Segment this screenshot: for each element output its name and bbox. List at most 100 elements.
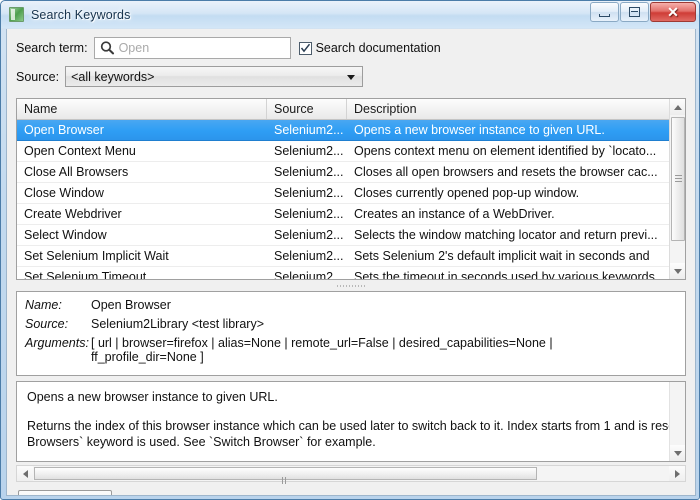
cell-name: Close Window [24, 186, 104, 200]
documentation-vertical-scrollbar[interactable] [669, 382, 685, 461]
table-vertical-scrollbar[interactable] [669, 99, 685, 279]
column-header-source[interactable]: Source [267, 99, 347, 119]
search-documentation-checkbox[interactable]: Search documentation [298, 41, 441, 55]
cell-description: Sets the timeout in seconds used by vari… [354, 270, 655, 279]
cell-source: Selenium2... [274, 165, 344, 179]
cell-description: Closes currently opened pop-up window. [354, 186, 580, 200]
cell-source: Selenium2... [274, 207, 344, 221]
table-row[interactable]: Open Browser Selenium2... Opens a new brow… [17, 120, 685, 141]
search-icon [99, 40, 116, 56]
maximize-button[interactable] [620, 2, 649, 22]
doc-paragraph-2-line-1: Returns the index of this browser instan… [27, 419, 676, 433]
cell-name: Select Window [24, 228, 107, 242]
detail-name-row: Name: Open Browser [25, 298, 677, 312]
cell-description: Opens a new browser instance to given UR… [354, 123, 605, 137]
keyword-details-panel: Name: Open Browser Source: Selenium2Libr… [16, 291, 686, 376]
search-documentation-label: Search documentation [315, 41, 441, 55]
search-term-row: Search term: Open Search documentation [16, 37, 686, 59]
table-row[interactable]: Set Selenium Timeout Selenium2... Sets the… [17, 267, 685, 279]
minimize-icon [599, 13, 610, 17]
cell-description: Selects the window matching locator and … [354, 228, 658, 242]
cell-name: Open Context Menu [24, 144, 136, 158]
maximize-icon [629, 7, 640, 17]
grip-icon [281, 471, 290, 484]
source-selected-value: <all keywords> [71, 69, 155, 84]
source-label: Source: [16, 69, 60, 84]
cell-source: Selenium2... [274, 144, 344, 158]
cell-description: Sets Selenium 2's default implicit wait … [354, 249, 650, 263]
cell-name: Create Webdriver [24, 207, 122, 221]
table-body: Open Browser Selenium2... Opens a new brow… [17, 120, 685, 279]
scroll-down-button[interactable] [670, 263, 685, 279]
hscrollbar-thumb[interactable] [34, 467, 537, 484]
search-form: Search term: Open Search documentation S… [7, 29, 695, 98]
column-header-description[interactable]: Description [347, 99, 685, 119]
search-placeholder-text: Open [118, 41, 150, 55]
table-row[interactable]: Set Selenium Implicit Wait Selenium2... Se… [17, 246, 685, 267]
cell-source: Selenium2... [274, 123, 344, 137]
table-row[interactable]: Close Window Selenium2... Closes currently… [17, 183, 685, 204]
cell-name: Set Selenium Implicit Wait [24, 249, 169, 263]
cell-source: Selenium2... [274, 249, 344, 263]
cell-name: Close All Browsers [24, 165, 129, 179]
scroll-right-button[interactable] [669, 466, 685, 481]
documentation-panel[interactable]: Opens a new browser instance to given UR… [16, 381, 686, 462]
arrow-left-icon [22, 469, 28, 478]
detail-source-value: Selenium2Library <test library> [91, 317, 264, 331]
close-icon: ✕ [667, 4, 679, 20]
detail-source-row: Source: Selenium2Library <test library> [25, 317, 677, 331]
window-controls: ✕ [589, 2, 696, 23]
check-icon [300, 43, 310, 52]
detail-source-label: Source: [25, 317, 69, 331]
find-usages-button[interactable]: Find Usages [18, 490, 113, 495]
detail-arguments-label: Arguments: [25, 336, 89, 350]
window-title: Search Keywords [31, 7, 131, 22]
arrow-down-icon [674, 450, 682, 456]
cell-source: Selenium2... [274, 186, 344, 200]
minimize-button[interactable] [590, 2, 619, 22]
doc-paragraph-2-line-2: Browsers` keyword is used. See `Switch B… [27, 435, 376, 449]
table-row[interactable]: Create Webdriver Selenium2... Creates an i… [17, 204, 685, 225]
cell-source: Selenium2... [274, 270, 344, 279]
scroll-up-button[interactable] [670, 99, 685, 115]
footer-bar: Find Usages [7, 482, 695, 495]
horizontal-scrollbar[interactable] [16, 465, 686, 484]
detail-arguments-value: [ url | browser=firefox | alias=None | r… [91, 336, 553, 364]
table-row[interactable]: Select Window Selenium2... Selects the win… [17, 225, 685, 246]
search-term-label: Search term: [16, 41, 88, 55]
table-header-row: Name Source Description [17, 99, 685, 120]
close-button[interactable]: ✕ [650, 2, 696, 22]
checkbox-box[interactable] [298, 41, 312, 55]
arrow-right-icon [674, 469, 680, 478]
scrollbar-thumb[interactable] [671, 117, 685, 241]
column-header-name[interactable]: Name [17, 99, 267, 119]
search-keywords-window: Search Keywords ✕ Search term: Open Sear… [0, 0, 700, 500]
documentation-text: Opens a new browser instance to given UR… [17, 382, 685, 461]
detail-arguments-row: Arguments: [ url | browser=firefox | ali… [25, 336, 677, 364]
source-row: Source: <all keywords> [16, 66, 686, 87]
detail-name-value: Open Browser [91, 298, 171, 312]
keywords-table[interactable]: Name Source Description Open Browser Sele… [16, 98, 686, 280]
cell-description: Closes all open browsers and resets the … [354, 165, 658, 179]
title-bar[interactable]: Search Keywords ✕ [1, 1, 699, 28]
detail-name-label: Name: [25, 298, 62, 312]
table-row[interactable]: Close All Browsers Selenium2... Closes all… [17, 162, 685, 183]
arrow-up-icon [674, 104, 682, 110]
app-icon [9, 7, 24, 22]
client-area: Search term: Open Search documentation S… [6, 29, 696, 496]
scroll-left-button[interactable] [17, 466, 33, 481]
search-input[interactable]: Open [93, 37, 291, 59]
cell-source: Selenium2... [274, 228, 344, 242]
cell-name: Open Browser [24, 123, 104, 137]
doc-scroll-down-button[interactable] [670, 445, 685, 461]
grip-icon [675, 175, 682, 183]
cell-description: Opens context menu on element identified… [354, 144, 657, 158]
table-row[interactable]: Open Context Menu Selenium2... Opens conte… [17, 141, 685, 162]
arrow-down-icon [674, 268, 682, 274]
cell-description: Creates an instance of a WebDriver. [354, 207, 555, 221]
doc-paragraph-1: Opens a new browser instance to given UR… [27, 390, 278, 404]
source-dropdown[interactable]: <all keywords> [65, 66, 364, 87]
splitter-handle[interactable] [16, 283, 686, 289]
cell-name: Set Selenium Timeout [24, 270, 147, 279]
chevron-down-icon [347, 74, 356, 80]
